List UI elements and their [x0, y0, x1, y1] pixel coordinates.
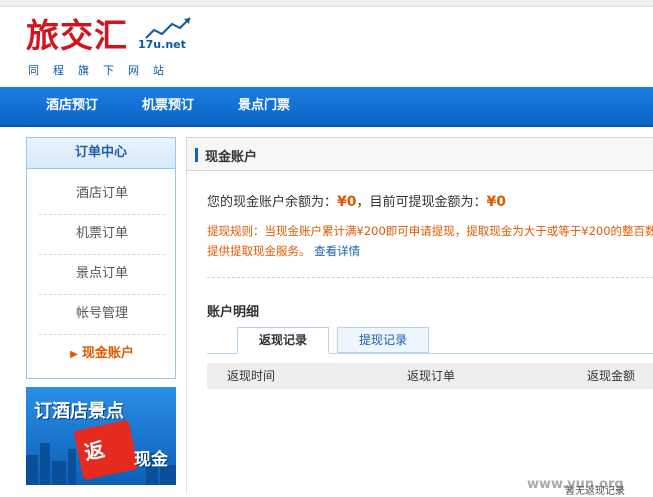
column-cashback-order: 返现订单 — [407, 369, 456, 383]
nav-hotel-booking[interactable]: 酒店预订 — [46, 87, 98, 125]
account-details-title: 账户明细 — [207, 305, 260, 320]
cashback-promo-banner[interactable]: 订酒店景点 返 现金 — [26, 387, 176, 485]
sidebar-item-cash-account[interactable]: ▶ 现金账户 — [39, 334, 165, 374]
sidebar-item-label: 酒店订单 — [75, 186, 128, 201]
withdraw-rules: 提现规则：当现金账户累计满¥200即可申请提现，提取现金为大于或等于¥200的整… — [207, 221, 653, 261]
column-cashback-amount: 返现金额 — [587, 369, 636, 383]
panel-header: 现金账户 — [186, 137, 653, 171]
order-center-sidebar: 订单中心 酒店订单 机票订单 景点订单 帐号管理 ▶ 现金账户 — [26, 137, 176, 379]
tab-cashback-records[interactable]: 返现记录 — [237, 327, 329, 354]
site-logo[interactable]: 旅交汇 17u.net 同程旗下网站 — [26, 16, 196, 80]
tab-withdraw-records[interactable]: 提现记录 — [337, 327, 429, 353]
no-records-message: 暂无返现记录 — [565, 486, 625, 497]
trend-chart-icon — [145, 17, 191, 39]
column-cashback-time: 返现时间 — [227, 369, 276, 383]
logo-wordmark: 旅交汇 — [26, 16, 128, 55]
nav-attraction-tickets[interactable]: 景点门票 — [238, 87, 290, 125]
triangle-right-icon: ▶ — [70, 349, 78, 360]
cash-account-panel: 现金账户 您的现金账户余额为：¥0，目前可提现金额为：¥0 提现规则：当现金账户… — [186, 137, 653, 494]
view-details-link[interactable]: 查看详情 — [314, 244, 360, 258]
main-nav: 酒店预订 机票预订 景点门票 — [0, 87, 653, 127]
balance-label: 您的现金账户余额为： — [207, 195, 338, 210]
sidebar-item-label: 景点订单 — [75, 266, 128, 281]
page-title: 现金账户 — [205, 150, 258, 165]
section-divider — [207, 277, 653, 278]
sidebar-item-attraction-orders[interactable]: 景点订单 — [39, 254, 165, 295]
header-accent-bar — [195, 148, 198, 162]
sidebar-item-flight-orders[interactable]: 机票订单 — [39, 214, 165, 255]
sidebar-item-label: 现金账户 — [81, 346, 134, 361]
nav-flight-booking[interactable]: 机票预订 — [142, 87, 194, 125]
sidebar-title: 订单中心 — [27, 138, 175, 169]
rule-text-line1: 提现规则：当现金账户累计满¥200即可申请提现，提取现金为大于或等于¥200的整… — [207, 224, 653, 238]
top-strip — [0, 0, 653, 7]
records-table-header: 返现时间 返现订单 返现金额 — [207, 363, 653, 389]
logo-domain: 17u.net — [138, 38, 186, 51]
rule-text-line2: 提供提取现金服务。 — [207, 244, 311, 258]
banner-title: 订酒店景点 — [34, 401, 124, 422]
balance-summary: 您的现金账户余额为：¥0，目前可提现金额为：¥0 — [207, 191, 506, 210]
logo-tagline: 同程旗下网站 — [28, 64, 178, 77]
balance-amount: ¥0 — [337, 194, 357, 210]
sidebar-item-label: 帐号管理 — [75, 306, 128, 321]
sidebar-item-label: 机票订单 — [75, 226, 128, 241]
sidebar-item-hotel-orders[interactable]: 酒店订单 — [39, 174, 165, 215]
withdrawable-amount: ¥0 — [486, 194, 506, 210]
banner-cash-text: 现金 — [134, 450, 168, 470]
details-tabs: 返现记录 提现记录 — [207, 327, 653, 354]
sidebar-item-account-management[interactable]: 帐号管理 — [39, 294, 165, 335]
panel-body: 您的现金账户余额为：¥0，目前可提现金额为：¥0 提现规则：当现金账户累计满¥2… — [186, 171, 653, 494]
withdrawable-label: ，目前可提现金额为： — [356, 195, 487, 210]
